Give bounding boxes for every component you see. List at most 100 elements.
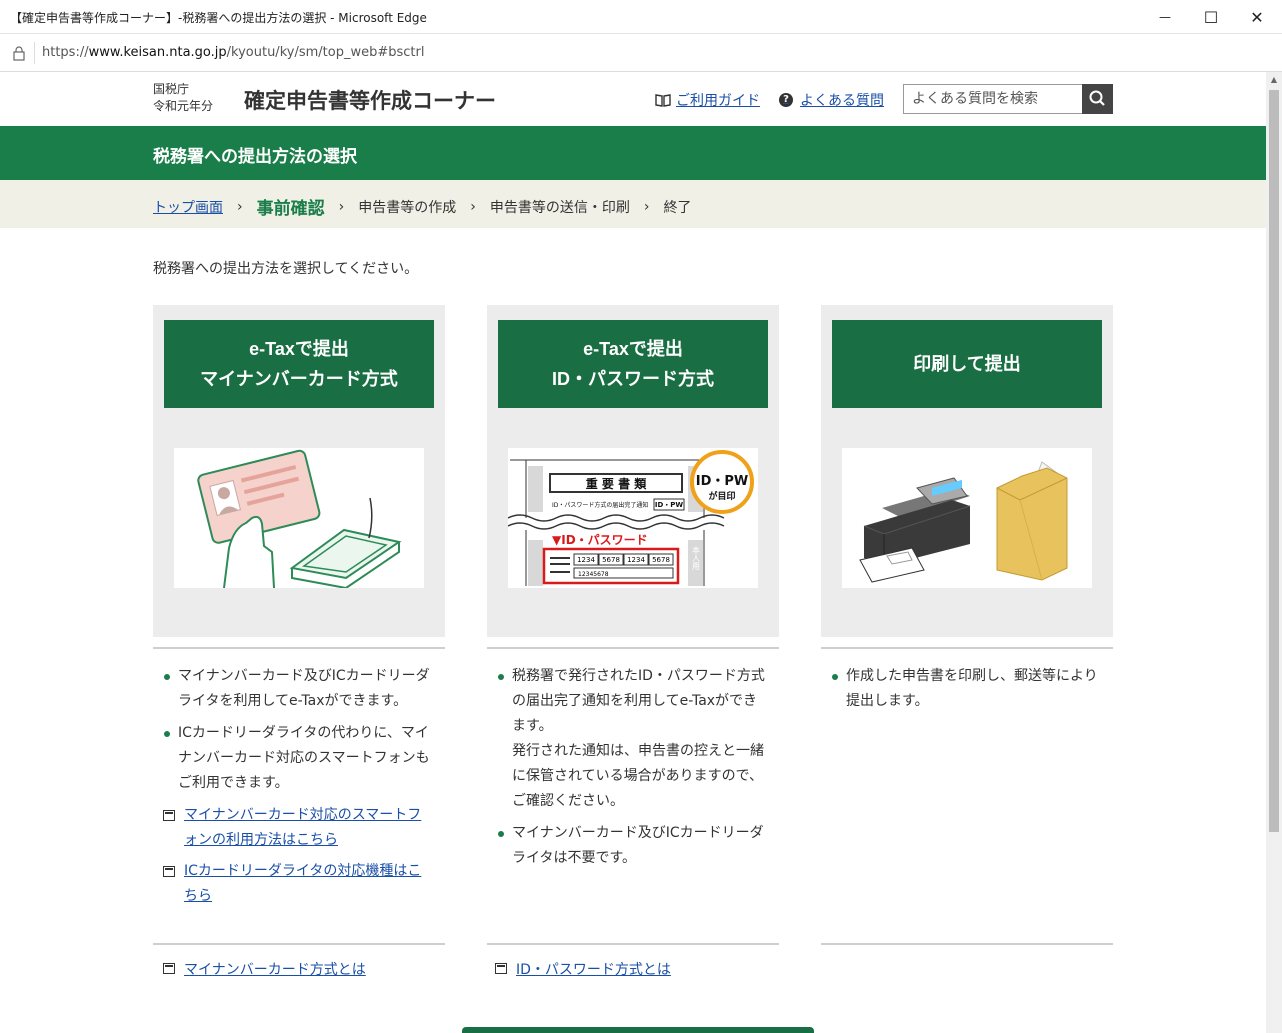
text-line: マイナンバーカード及びICカードリーダ xyxy=(512,825,764,841)
text-line: 発行された通知は、申告書の控えと一緒 xyxy=(512,743,764,759)
divider xyxy=(821,647,1113,649)
breadcrumb-step-create: 申告書等の作成 xyxy=(358,199,457,216)
breadcrumb-top-link[interactable]: トップ画面 xyxy=(153,197,223,217)
text-line: ます。 xyxy=(512,718,553,734)
page-scrollbar[interactable]: ▲ xyxy=(1266,72,1282,1033)
text-line: 提出します。 xyxy=(846,693,929,709)
minimize-button[interactable]: — xyxy=(1142,0,1188,34)
divider xyxy=(153,647,445,649)
list-item: ICカードリーダライタの代わりに、マイ ナンバーカード対応のスマートフォンも ご… xyxy=(153,721,433,796)
page-heading-bar: 税務署への提出方法の選択 xyxy=(0,126,1266,180)
scroll-up-icon[interactable]: ▲ xyxy=(1266,72,1282,88)
card-reader-icon xyxy=(197,449,402,588)
envelope-icon xyxy=(996,461,1068,581)
new-window-icon xyxy=(163,810,175,821)
doc-title-text: 重 要 書 類 xyxy=(586,476,648,491)
next-action-button[interactable] xyxy=(462,1027,814,1033)
scroll-thumb[interactable] xyxy=(1269,90,1279,832)
url-text[interactable]: https://www.keisan.nta.go.jp/kyoutu/ky/s… xyxy=(42,45,424,60)
address-divider xyxy=(34,42,35,64)
guide-link-label: ご利用ガイド xyxy=(676,93,760,109)
idpw-notice-illustration: 重 要 書 類 ID・パスワード方式の届出完了通知 ID・PW ▼ID・パスワー… xyxy=(508,448,758,588)
text-line: マイナンバーカード及びICカードリーダ xyxy=(178,668,430,684)
close-window-button[interactable]: ✕ xyxy=(1234,0,1280,34)
option-card-idpw: e-Taxで提出 ID・パスワード方式 重 要 書 類 ID・パスワード方式の届… xyxy=(487,305,779,637)
tax-year: 令和元年分 xyxy=(153,99,214,113)
card-reader-models-link[interactable]: ICカードリーダライタの対応機種はこ ちら xyxy=(153,859,433,909)
text-line: の届出完了通知を利用してe-Taxができ xyxy=(512,693,758,709)
address-bar[interactable]: https://www.keisan.nta.go.jp/kyoutu/ky/s… xyxy=(0,34,1282,72)
print-submit-button[interactable]: 印刷して提出 xyxy=(832,320,1102,408)
search-icon xyxy=(1089,90,1105,106)
code-text: 12345678 xyxy=(578,571,609,578)
guide-link[interactable]: ご利用ガイド xyxy=(655,90,760,110)
code-text: 1234 xyxy=(627,556,645,564)
code-text: 5678 xyxy=(602,556,620,564)
page-heading: 税務署への提出方法の選択 xyxy=(153,147,357,167)
question-icon: ? xyxy=(779,93,793,107)
idpw-label-text: ▼ID・パスワード xyxy=(552,533,648,547)
link-label: マイナンバーカード方式とは xyxy=(184,962,366,978)
text-line: 税務署で発行されたID・パスワード方式 xyxy=(512,668,765,684)
url-path: /kyoutu/ky/sm/top_web#bsctrl xyxy=(226,45,425,60)
site-title[interactable]: 確定申告書等作成コーナー xyxy=(244,85,496,115)
maximize-icon: ☐ xyxy=(1203,7,1219,27)
text-line: ちら xyxy=(184,888,212,904)
print-description: 作成した申告書を印刷し、郵送等により 提出します。 xyxy=(821,664,1101,721)
text-line: ライタを利用してe-Taxができます。 xyxy=(178,693,408,709)
search-button[interactable] xyxy=(1082,84,1113,114)
breadcrumb: トップ画面 › 事前確認 › 申告書等の作成 › 申告書等の送信・印刷 › 終了 xyxy=(0,180,1266,228)
maximize-button[interactable]: ☐ xyxy=(1188,0,1234,34)
agency-name: 国税庁 xyxy=(153,82,190,96)
button-line2: マイナンバーカード方式 xyxy=(200,369,398,389)
list-item: 作成した申告書を印刷し、郵送等により 提出します。 xyxy=(821,664,1101,714)
doc-sub-text: ID・パスワード方式の届出完了通知 xyxy=(552,501,648,509)
text-line: ナンバーカード対応のスマートフォンも xyxy=(178,750,430,766)
new-window-icon xyxy=(163,866,175,877)
idpw-method-link[interactable]: ID・パスワード方式とは xyxy=(485,959,671,979)
divider xyxy=(487,943,779,945)
option-card-print: 印刷して提出 xyxy=(821,305,1113,637)
page-viewport: 国税庁 令和元年分 確定申告書等作成コーナー ご利用ガイド ? よくある質問 税… xyxy=(0,72,1266,1033)
doc-idpw-mark: ID・PW xyxy=(655,501,684,509)
window-title: 【確定申告書等作成コーナー】-税務署への提出方法の選択 - Microsoft … xyxy=(10,11,427,25)
copy-side-text: 本人用 xyxy=(692,545,701,571)
instruction-text: 税務署への提出方法を選択してください。 xyxy=(153,261,419,277)
button-line1: e-Taxで提出 xyxy=(583,339,683,359)
url-prefix: https:// xyxy=(42,45,89,60)
button-line1: 印刷して提出 xyxy=(913,354,1021,374)
breadcrumb-current-step: 事前確認 xyxy=(256,199,325,219)
breadcrumb-separator: › xyxy=(643,198,650,215)
idpw-document-icon: 重 要 書 類 ID・パスワード方式の届出完了通知 ID・PW ▼ID・パスワー… xyxy=(508,450,754,586)
text-line: ライタは不要です。 xyxy=(512,850,637,866)
button-line1: e-Taxで提出 xyxy=(249,339,349,359)
idpw-description: 税務署で発行されたID・パスワード方式 の届出完了通知を利用してe-Taxができ… xyxy=(487,664,767,878)
mynumber-method-link[interactable]: マイナンバーカード方式とは xyxy=(153,959,366,979)
url-host: www.keisan.nta.go.jp xyxy=(88,45,227,60)
etax-mynumber-button[interactable]: e-Taxで提出 マイナンバーカード方式 xyxy=(164,320,434,408)
list-item: 税務署で発行されたID・パスワード方式 の届出完了通知を利用してe-Taxができ… xyxy=(487,664,767,814)
list-item: マイナンバーカード及びICカードリーダ ライタは不要です。 xyxy=(487,821,767,871)
breadcrumb-row: トップ画面 › 事前確認 › 申告書等の作成 › 申告書等の送信・印刷 › 終了 xyxy=(153,194,692,220)
faq-search-input[interactable] xyxy=(903,84,1083,114)
window-titlebar: 【確定申告書等作成コーナー】-税務署への提出方法の選択 - Microsoft … xyxy=(0,0,1282,34)
idpw-badge-sub: が目印 xyxy=(708,490,735,502)
text-line: ICカードリーダライタの代わりに、マイ xyxy=(178,725,429,741)
link-label: ID・パスワード方式とは xyxy=(516,962,671,978)
etax-idpw-button[interactable]: e-Taxで提出 ID・パスワード方式 xyxy=(498,320,768,408)
minimize-icon: — xyxy=(1159,10,1171,24)
breadcrumb-step-send: 申告書等の送信・印刷 xyxy=(489,199,630,216)
divider xyxy=(487,647,779,649)
faq-link[interactable]: ? よくある質問 xyxy=(779,90,884,110)
idpw-badge-text: ID・PW xyxy=(696,474,749,489)
breadcrumb-separator: › xyxy=(237,198,243,215)
text-line: に保管されている場合がありますので、 xyxy=(512,768,764,784)
mynumber-card-illustration xyxy=(174,448,424,588)
mynumber-description: マイナンバーカード及びICカードリーダ ライタを利用してe-Taxができます。 … xyxy=(153,664,433,915)
code-text: 5678 xyxy=(652,556,670,564)
text-line: ICカードリーダライタの対応機種はこ xyxy=(184,863,422,879)
list-item: マイナンバーカード及びICカードリーダ ライタを利用してe-Taxができます。 xyxy=(153,664,433,714)
text-line: ご利用できます。 xyxy=(178,775,289,791)
breadcrumb-step-end: 終了 xyxy=(663,199,692,216)
smartphone-usage-link[interactable]: マイナンバーカード対応のスマートフ ォンの利用方法はこちら xyxy=(153,803,433,853)
